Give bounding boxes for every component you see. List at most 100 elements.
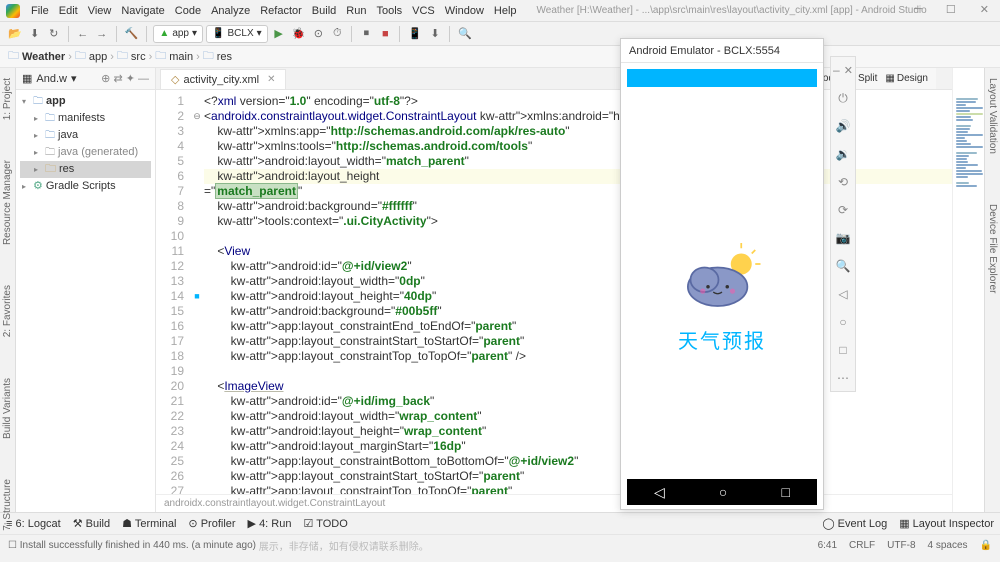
nav-recent-icon[interactable]: □ — [781, 484, 789, 500]
minimize-icon[interactable]: ─ — [909, 3, 927, 16]
tree-gradle[interactable]: ▸⚙Gradle Scripts — [20, 178, 151, 195]
device-dropdown[interactable]: 📱BCLX▾ — [206, 25, 268, 43]
device-screen[interactable]: 天气预报 — [627, 87, 817, 479]
tree-java[interactable]: ▸🗀java — [20, 127, 151, 144]
bottom-tool-tabs: ≡ 6: Logcat ⚒ Build ☗ Terminal ⊙ Profile… — [0, 512, 1000, 534]
stop-icon[interactable]: ■ — [377, 25, 393, 43]
tab-close-icon[interactable]: ✕ — [267, 74, 275, 85]
menu-build[interactable]: Build — [307, 5, 341, 17]
menu-help[interactable]: Help — [489, 5, 522, 17]
run-icon[interactable]: ▶ — [271, 25, 287, 43]
menu-analyze[interactable]: Analyze — [206, 5, 255, 17]
tree-app[interactable]: ▾🗀app — [20, 93, 151, 110]
status-encoding[interactable]: UTF-8 — [887, 540, 915, 551]
editor-breadcrumb: androidx.constraintlayout.widget.Constra… — [156, 494, 952, 512]
tab-run[interactable]: ▶ 4: Run — [248, 517, 292, 530]
menu-edit[interactable]: Edit — [54, 5, 83, 17]
status-position[interactable]: 6:41 — [818, 540, 837, 551]
rail-structure[interactable]: 7: Structure — [2, 479, 13, 531]
project-panel: ▦And.w▾ ⊕ ⇄ ✦ — ▾🗀app ▸🗀manifests ▸🗀java… — [16, 68, 156, 512]
search-icon[interactable]: 🔍 — [456, 25, 474, 43]
menu-window[interactable]: Window — [440, 5, 489, 17]
tab-build[interactable]: ⚒ Build — [73, 517, 110, 530]
tab-logcat[interactable]: ≡ 6: Logcat — [6, 518, 61, 530]
emulator-window[interactable]: Android Emulator - BCLX:5554 天气预报 ◁ ○ □ — [620, 38, 824, 510]
forward-icon[interactable]: → — [94, 25, 110, 43]
rail-favorites[interactable]: 2: Favorites — [2, 285, 13, 337]
device-status-bar — [627, 69, 817, 87]
window-title: Weather [H:\Weather] - ...\app\src\main\… — [532, 5, 932, 16]
profile-icon[interactable]: ⏱ — [329, 25, 345, 43]
emu-close-icon[interactable]: ✕ — [844, 64, 853, 77]
tree-manifests[interactable]: ▸🗀manifests — [20, 110, 151, 127]
emu-rotate-left-icon[interactable]: ⟲ — [834, 173, 852, 191]
emu-rotate-right-icon[interactable]: ⟳ — [834, 201, 852, 219]
menu-tools[interactable]: Tools — [371, 5, 407, 17]
status-eol[interactable]: CRLF — [849, 540, 875, 551]
emu-volume-up-icon[interactable]: 🔊 — [834, 117, 852, 135]
menu-navigate[interactable]: Navigate — [116, 5, 169, 17]
coverage-icon[interactable]: ⊙ — [310, 25, 326, 43]
project-view-dropdown[interactable]: And.w — [36, 73, 67, 85]
build-icon[interactable]: 🔨 — [123, 25, 141, 43]
status-message: Install successfully finished in 440 ms.… — [20, 540, 256, 551]
emulator-title: Android Emulator - BCLX:5554 — [621, 39, 823, 63]
emulator-toolbar: –✕ ⏻ 🔊 🔉 ⟲ ⟳ 📷 🔍 ◁ ○ □ ⋯ — [830, 56, 856, 392]
save-icon[interactable]: ⬇ — [27, 25, 43, 43]
status-watermark: 展示，非存储，如有侵权请联系删除。 — [259, 538, 429, 553]
mode-design[interactable]: ▦ Design — [885, 73, 928, 84]
menu-file[interactable]: File — [26, 5, 54, 17]
emu-minimize-icon[interactable]: – — [833, 63, 840, 77]
status-indent[interactable]: 4 spaces — [928, 540, 968, 551]
tab-event-log[interactable]: ◯ Event Log — [822, 517, 887, 530]
menu-run[interactable]: Run — [341, 5, 371, 17]
rail-project[interactable]: 1: Project — [2, 78, 13, 120]
attach-debugger-icon[interactable]: ⏹ — [358, 25, 374, 43]
nav-home-icon[interactable]: ○ — [719, 484, 727, 500]
emu-power-icon[interactable]: ⏻ — [834, 89, 852, 107]
emu-back-icon[interactable]: ◁ — [834, 285, 852, 303]
main-toolbar: 📂 ⬇ ↻ ← → 🔨 ▲app▾ 📱BCLX▾ ▶ 🐞 ⊙ ⏱ ⏹ ■ 📱 ⬇… — [0, 22, 1000, 46]
menu-bar: File Edit View Navigate Code Analyze Ref… — [0, 0, 1000, 22]
left-tool-rail: 1: Project Resource Manager 2: Favorites… — [0, 68, 16, 512]
weather-icon — [677, 243, 767, 313]
right-tool-rail: Layout Validation Device File Explorer — [984, 68, 1000, 512]
close-icon[interactable]: ✕ — [975, 3, 994, 16]
tab-profiler[interactable]: ⊙ Profiler — [188, 517, 235, 530]
back-icon[interactable]: ← — [75, 25, 91, 43]
run-config-dropdown[interactable]: ▲app▾ — [153, 25, 203, 43]
sdk-icon[interactable]: ⬇ — [427, 25, 443, 43]
debug-icon[interactable]: 🐞 — [290, 25, 308, 43]
maximize-icon[interactable]: ☐ — [941, 3, 961, 16]
open-icon[interactable]: 📂 — [6, 25, 24, 43]
emu-overview-icon[interactable]: □ — [834, 341, 852, 359]
emu-home-icon[interactable]: ○ — [834, 313, 852, 331]
menu-vcs[interactable]: VCS — [407, 5, 440, 17]
minimap[interactable] — [952, 68, 984, 512]
tab-todo[interactable]: ☑ TODO — [303, 517, 347, 530]
avd-icon[interactable]: 📱 — [406, 25, 424, 43]
emu-more-icon[interactable]: ⋯ — [834, 369, 852, 387]
rail-layout-validation[interactable]: Layout Validation — [987, 78, 998, 154]
emu-zoom-icon[interactable]: 🔍 — [834, 257, 852, 275]
tree-res[interactable]: ▸🗀res — [20, 161, 151, 178]
editor-tab[interactable]: ◇activity_city.xml✕ — [160, 69, 286, 89]
emu-volume-down-icon[interactable]: 🔉 — [834, 145, 852, 163]
tree-java-gen[interactable]: ▸🗀java (generated) — [20, 144, 151, 161]
rail-device-explorer[interactable]: Device File Explorer — [987, 204, 998, 293]
rail-resource-manager[interactable]: Resource Manager — [2, 160, 13, 245]
tab-layout-inspector[interactable]: ▦ Layout Inspector — [899, 517, 994, 530]
menu-view[interactable]: View — [83, 5, 117, 17]
emu-screenshot-icon[interactable]: 📷 — [834, 229, 852, 247]
rail-build-variants[interactable]: Build Variants — [2, 378, 13, 439]
app-logo-icon — [6, 4, 20, 18]
weather-label: 天气预报 — [678, 325, 766, 354]
tab-terminal[interactable]: ☗ Terminal — [122, 517, 176, 530]
nav-back-icon[interactable]: ◁ — [654, 484, 665, 501]
menu-code[interactable]: Code — [170, 5, 206, 17]
menu-refactor[interactable]: Refactor — [255, 5, 307, 17]
device-nav-bar[interactable]: ◁ ○ □ — [627, 479, 817, 505]
sync-icon[interactable]: ↻ — [46, 25, 62, 43]
status-lock-icon[interactable]: 🔒 — [980, 540, 992, 551]
status-bar: ☐ Install successfully finished in 440 m… — [0, 534, 1000, 556]
